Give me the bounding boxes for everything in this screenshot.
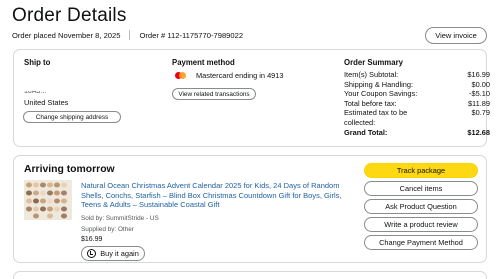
summary-value: $16.99 bbox=[467, 70, 490, 79]
payment-method-heading: Payment method bbox=[172, 58, 235, 67]
product-title-link[interactable]: Natural Ocean Christmas Advent Calendar … bbox=[81, 181, 354, 210]
summary-value: $11.89 bbox=[467, 98, 490, 108]
supplied-by: Supplied by: Other bbox=[81, 226, 134, 233]
next-card-edge bbox=[13, 271, 487, 279]
order-info-card: Ship to 10A3... United States Change shi… bbox=[13, 49, 490, 147]
summary-value: $0.00 bbox=[471, 79, 491, 89]
ship-to-heading: Ship to bbox=[24, 58, 51, 67]
summary-row-subtotal: Item(s) Subtotal: $16.99 bbox=[344, 70, 490, 80]
seashell-image bbox=[24, 180, 72, 220]
product-thumbnail[interactable] bbox=[24, 180, 72, 220]
order-summary-list: Item(s) Subtotal: $16.99 Shipping & Hand… bbox=[344, 70, 490, 138]
sold-by: Sold by: SummitStride - US bbox=[81, 215, 159, 222]
summary-value: $0.79 bbox=[471, 108, 491, 118]
shipment-card: Arriving tomorrow Natural Ocean Christma… bbox=[13, 155, 487, 263]
track-package-button[interactable]: Track package bbox=[364, 163, 478, 178]
change-payment-method-button[interactable]: Change Payment Method bbox=[364, 235, 478, 250]
order-placed-date: Order placed November 8, 2025 bbox=[12, 30, 121, 40]
order-number: Order # 112-1175770-7989022 bbox=[139, 30, 244, 40]
summary-value: -$5.10 bbox=[469, 89, 490, 99]
payment-card-row: Mastercard ending in 4913 bbox=[175, 71, 284, 80]
summary-label: Item(s) Subtotal: bbox=[344, 70, 399, 79]
buy-it-again-button[interactable]: Buy it again bbox=[81, 246, 145, 261]
reorder-icon bbox=[87, 249, 97, 258]
ship-address-line: 10A3... bbox=[24, 91, 47, 95]
summary-row-shipping: Shipping & Handling: $0.00 bbox=[344, 80, 490, 90]
order-meta: Order placed November 8, 2025 Order # 11… bbox=[12, 30, 243, 40]
summary-label: Total before tax: bbox=[344, 98, 397, 108]
summary-row-grand-total: Grand Total: $12.68 bbox=[344, 128, 490, 138]
delivery-status: Arriving tomorrow bbox=[24, 164, 115, 175]
ship-country: United States bbox=[24, 98, 69, 107]
item-price: $16.99 bbox=[81, 236, 103, 243]
summary-row-coupon: Your Coupon Savings: -$5.10 bbox=[344, 89, 490, 99]
page-title: Order Details bbox=[12, 5, 127, 26]
order-summary-heading: Order Summary bbox=[344, 58, 403, 67]
mastercard-icon bbox=[175, 71, 187, 80]
payment-card-text: Mastercard ending in 4913 bbox=[196, 71, 284, 80]
ask-product-question-button[interactable]: Ask Product Question bbox=[364, 199, 478, 214]
cancel-items-button[interactable]: Cancel items bbox=[364, 181, 478, 196]
summary-label: Grand Total: bbox=[344, 128, 388, 138]
summary-row-tax: Estimated tax to be collected: $0.79 bbox=[344, 108, 490, 127]
summary-value: $12.68 bbox=[467, 128, 490, 138]
change-shipping-address-button[interactable]: Change shipping address bbox=[23, 111, 121, 123]
summary-row-before-tax: Total before tax: $11.89 bbox=[344, 99, 490, 109]
divider bbox=[129, 30, 131, 40]
buy-it-again-label: Buy it again bbox=[100, 249, 139, 258]
view-related-transactions-button[interactable]: View related transactions bbox=[172, 88, 256, 100]
write-review-button[interactable]: Write a product review bbox=[364, 217, 478, 232]
shipment-actions: Track package Cancel items Ask Product Q… bbox=[364, 163, 478, 253]
summary-label: Your Coupon Savings: bbox=[344, 89, 418, 99]
summary-label: Estimated tax to be collected: bbox=[344, 108, 408, 127]
view-invoice-button[interactable]: View invoice bbox=[425, 27, 487, 44]
summary-label: Shipping & Handling: bbox=[344, 79, 414, 89]
